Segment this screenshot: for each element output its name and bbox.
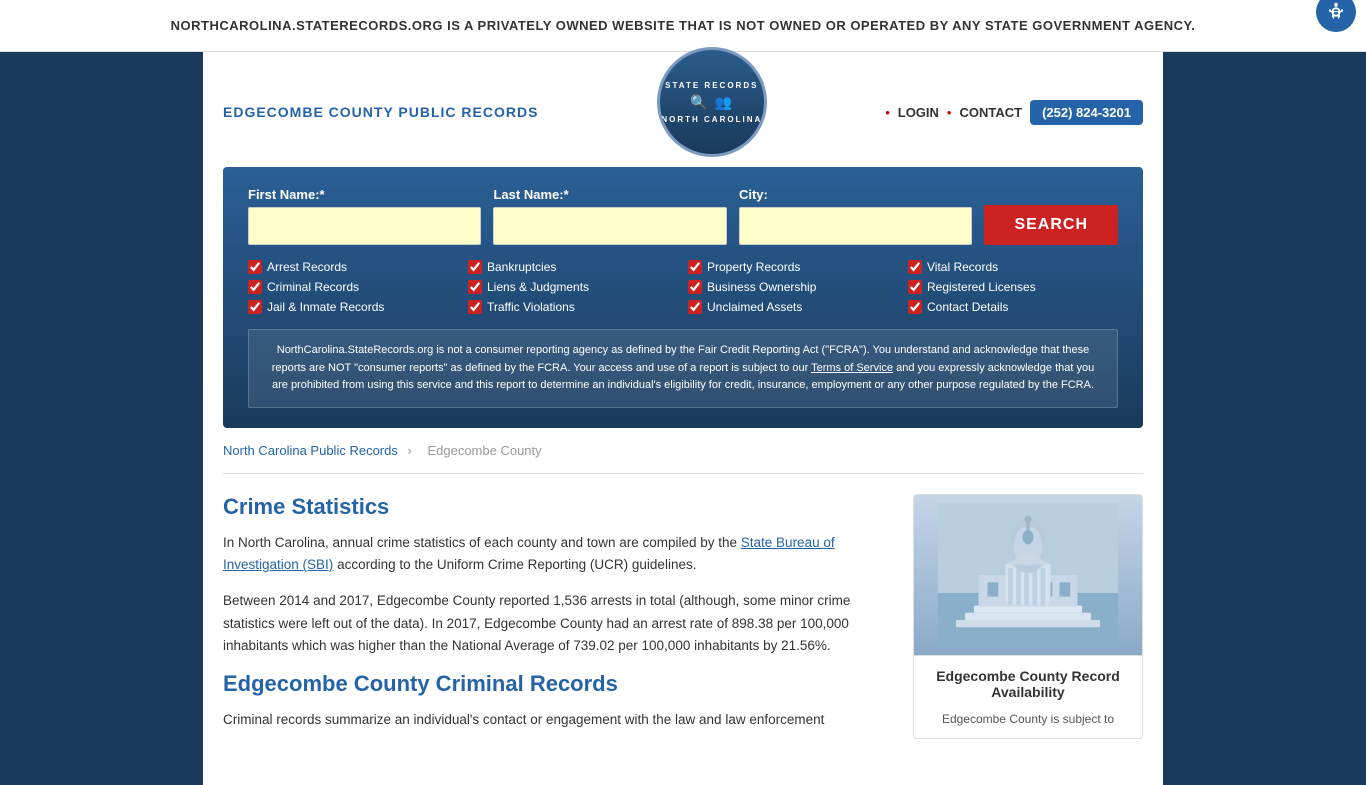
breadcrumb: North Carolina Public Records › Edgecomb… [223,428,1143,474]
site-title: EDGECOMBE COUNTY PUBLIC RECORDS [223,104,538,120]
phone-badge[interactable]: (252) 824-3201 [1030,100,1143,125]
search-fields: First Name:* Last Name:* City: SEARCH [248,187,1118,245]
checkbox-business-ownership[interactable] [688,280,702,294]
first-name-input[interactable] [248,207,481,245]
checkbox-jail-&-inmate-records[interactable] [248,300,262,314]
checkbox-liens-&-judgments[interactable] [468,280,482,294]
sidebar-card-title: Edgecombe County Record Availability [914,655,1142,712]
checkbox-label: Traffic Violations [487,300,575,314]
search-area: First Name:* Last Name:* City: SEARCH Ar… [223,167,1143,428]
search-button[interactable]: SEARCH [984,205,1118,245]
header-nav: • LOGIN • CONTACT (252) 824-3201 [885,100,1143,125]
sidebar-card: Edgecombe County Record Availability Edg… [913,494,1143,739]
main-container: EDGECOMBE COUNTY PUBLIC RECORDS STATE RE… [203,52,1163,785]
checkbox-contact-details[interactable] [908,300,922,314]
logo-icons: 🔍 👥 [690,94,733,111]
checkbox-arrest-records[interactable] [248,260,262,274]
disclaimer: NorthCarolina.StateRecords.org is not a … [248,329,1118,408]
checkbox-label: Contact Details [927,300,1008,314]
checkbox-item: Unclaimed Assets [688,300,898,314]
last-name-field-group: Last Name:* [493,187,726,245]
search-icon: 🔍 [690,94,708,111]
checkbox-criminal-records[interactable] [248,280,262,294]
checkbox-item: Criminal Records [248,280,458,294]
first-name-field-group: First Name:* [248,187,481,245]
sidebar-card-image [914,495,1142,655]
checkbox-vital-records[interactable] [908,260,922,274]
last-name-label: Last Name:* [493,187,726,202]
dot-2: • [947,105,952,120]
sidebar-card-subtitle: Edgecombe County is subject to [914,712,1142,738]
checkbox-label: Liens & Judgments [487,280,589,294]
breadcrumb-separator: › [407,443,411,458]
last-name-input[interactable] [493,207,726,245]
checkbox-item: Business Ownership [688,280,898,294]
checkboxes-grid: Arrest Records Bankruptcies Property Recor… [248,260,1118,314]
first-name-label: First Name:* [248,187,481,202]
checkbox-label: Property Records [707,260,800,274]
checkbox-label: Bankruptcies [487,260,556,274]
breadcrumb-current: Edgecombe County [427,443,541,458]
checkbox-label: Criminal Records [267,280,359,294]
city-field-group: City: [739,187,972,245]
logo-area: STATE RECORDS 🔍 👥 NORTH CAROLINA [657,67,767,157]
banner-text: NORTHCAROLINA.STATERECORDS.ORG IS A PRIV… [171,18,1196,33]
logo-text-bottom: NORTH CAROLINA [661,115,762,124]
criminal-records-p1: Criminal records summarize an individual… [223,709,888,731]
checkbox-label: Registered Licenses [927,280,1036,294]
checkbox-item: Liens & Judgments [468,280,678,294]
checkbox-item: Jail & Inmate Records [248,300,458,314]
content-main: Crime Statistics In North Carolina, annu… [223,494,888,746]
checkbox-label: Vital Records [927,260,998,274]
criminal-records-title: Edgecombe County Criminal Records [223,671,888,697]
content-sidebar: Edgecombe County Record Availability Edg… [913,494,1143,746]
accessibility-icon [1325,1,1347,23]
checkbox-label: Business Ownership [707,280,816,294]
city-label: City: [739,187,972,202]
accessibility-button[interactable] [1316,0,1356,32]
sbi-link[interactable]: State Bureau of Investigation (SBI) [223,535,835,572]
crime-stats-p2: Between 2014 and 2017, Edgecombe County … [223,590,888,657]
crime-stats-p1: In North Carolina, annual crime statisti… [223,532,888,577]
logo-text-top: STATE RECORDS [665,81,758,90]
content-wrapper: Crime Statistics In North Carolina, annu… [223,494,1143,746]
contact-link[interactable]: CONTACT [959,105,1022,120]
checkbox-item: Arrest Records [248,260,458,274]
site-logo: STATE RECORDS 🔍 👥 NORTH CAROLINA [657,47,767,157]
checkbox-item: Traffic Violations [468,300,678,314]
checkbox-registered-licenses[interactable] [908,280,922,294]
checkbox-unclaimed-assets[interactable] [688,300,702,314]
disclaimer-text: NorthCarolina.StateRecords.org is not a … [272,344,1094,391]
crime-stats-title: Crime Statistics [223,494,888,520]
checkbox-bankruptcies[interactable] [468,260,482,274]
breadcrumb-parent-link[interactable]: North Carolina Public Records [223,443,398,458]
checkbox-label: Jail & Inmate Records [267,300,384,314]
capitol-building-icon [938,500,1118,650]
checkbox-item: Vital Records [908,260,1118,274]
login-link[interactable]: LOGIN [898,105,939,120]
checkbox-item: Registered Licenses [908,280,1118,294]
city-input[interactable] [739,207,972,245]
site-header: EDGECOMBE COUNTY PUBLIC RECORDS STATE RE… [223,52,1143,167]
checkbox-label: Arrest Records [267,260,347,274]
top-banner: NORTHCAROLINA.STATERECORDS.ORG IS A PRIV… [0,0,1366,52]
checkbox-item: Bankruptcies [468,260,678,274]
terms-link[interactable]: Terms of Service [811,362,893,374]
dot-1: • [885,105,890,120]
checkbox-item: Contact Details [908,300,1118,314]
checkbox-property-records[interactable] [688,260,702,274]
people-icon: 👥 [715,94,733,111]
checkbox-label: Unclaimed Assets [707,300,802,314]
checkbox-item: Property Records [688,260,898,274]
checkbox-traffic-violations[interactable] [468,300,482,314]
